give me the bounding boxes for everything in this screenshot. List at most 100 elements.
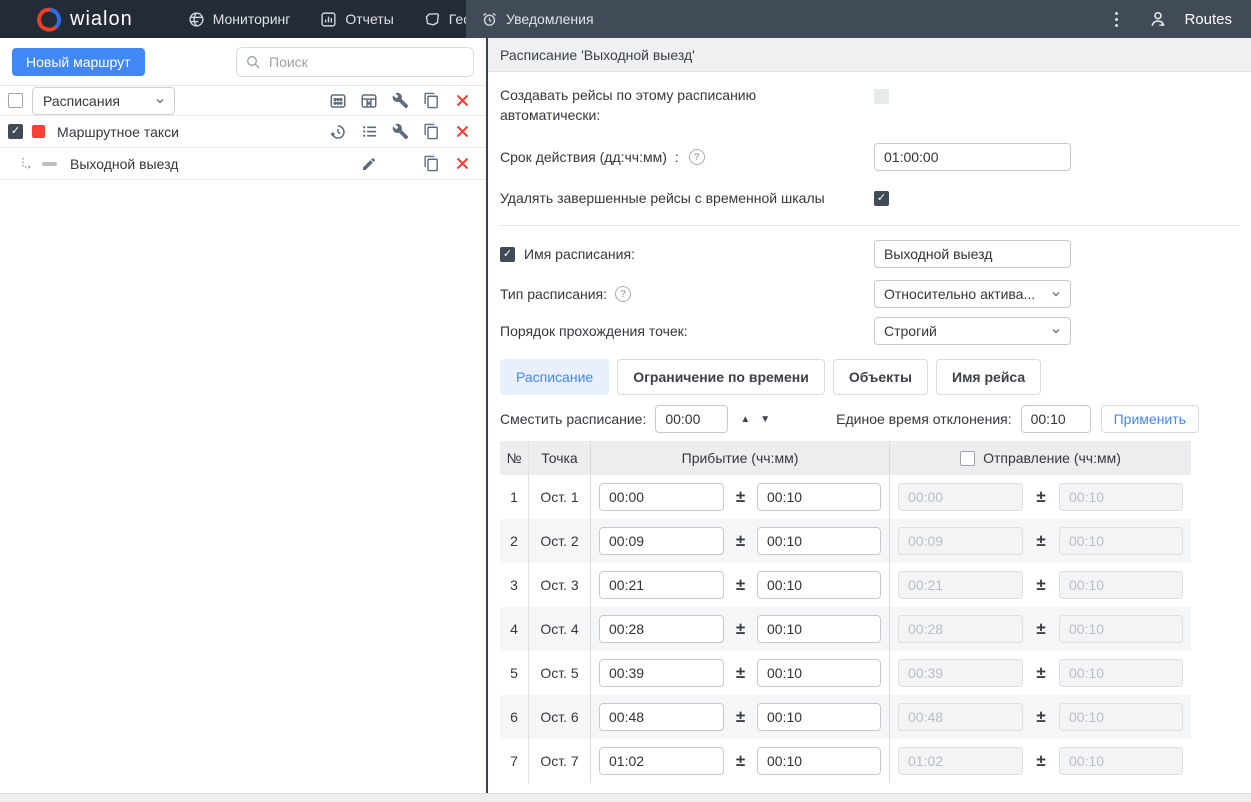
arrival-time-input[interactable] <box>599 615 724 643</box>
arrival-cell: ± <box>590 519 889 563</box>
arrival-cell: ± <box>590 607 889 651</box>
schedule-name-checkbox[interactable]: ✓ <box>500 246 515 262</box>
arrival-time-input[interactable] <box>599 527 724 555</box>
arrival-dev-input[interactable] <box>757 659 881 687</box>
select-all-checkbox[interactable] <box>8 93 23 108</box>
departure-time-input <box>898 659 1023 687</box>
auto-create-row: Создавать рейсы по этому расписанию авто… <box>500 85 1240 135</box>
schedule-name[interactable]: Выходной выезд <box>70 156 178 172</box>
arrival-dev-input[interactable] <box>757 703 881 731</box>
list-mode-dropdown[interactable]: Расписания <box>32 86 175 115</box>
arrival-dev-input[interactable] <box>757 483 881 511</box>
arrival-time-input[interactable] <box>599 659 724 687</box>
nav-item-monitoring[interactable]: Мониторинг <box>173 0 306 38</box>
arrival-time-input[interactable] <box>599 747 724 775</box>
schedule-name-label: Имя расписания: <box>524 246 635 262</box>
new-route-button[interactable]: Новый маршрут <box>12 47 145 76</box>
deviation-input[interactable] <box>1020 405 1091 433</box>
col-point-header: Точка <box>528 441 590 475</box>
departure-dev-input <box>1059 527 1183 555</box>
plus-minus-icon: ± <box>1036 707 1046 726</box>
departure-enable-checkbox[interactable] <box>960 450 976 466</box>
validity-input[interactable] <box>874 143 1071 171</box>
tab-ride-name[interactable]: Имя рейса <box>936 359 1042 395</box>
apply-button[interactable]: Применить <box>1100 405 1199 433</box>
edit-pencil-icon[interactable] <box>360 155 378 173</box>
report-chart-icon <box>320 11 337 28</box>
copy-icon[interactable] <box>422 92 440 110</box>
nav-item-label: Мониторинг <box>212 11 291 27</box>
route-checkbox[interactable]: ✓ <box>8 124 23 139</box>
plus-minus-icon: ± <box>1036 751 1046 770</box>
schedule-table: № Точка Прибытие (чч:мм) Отправление (чч… <box>500 441 1191 783</box>
arrival-time-input[interactable] <box>599 571 724 599</box>
wrench-icon[interactable] <box>391 123 409 141</box>
row-num: 7 <box>510 753 518 769</box>
route-row[interactable]: ✓ Маршрутное такси <box>0 116 486 148</box>
chevron-down-icon <box>154 95 166 107</box>
list-mode-value: Расписания <box>43 92 120 109</box>
arrival-dev-input[interactable] <box>757 747 881 775</box>
copy-icon[interactable] <box>422 155 440 173</box>
editor-tabs: Расписание Ограничение по времени Объект… <box>500 359 1240 395</box>
search-icon <box>245 54 261 70</box>
add-timetable-icon[interactable] <box>360 92 378 110</box>
copy-icon[interactable] <box>422 123 440 141</box>
schedule-point-row: 5 Ост. 5 ± ± <box>500 651 1191 695</box>
account-name[interactable]: Routes <box>1184 11 1232 28</box>
departure-time-input <box>898 483 1023 511</box>
arrival-dev-input[interactable] <box>757 615 881 643</box>
schedule-row[interactable]: Выходной выезд <box>0 148 486 180</box>
delete-x-icon[interactable] <box>453 92 471 110</box>
schedule-name-input[interactable] <box>874 240 1071 268</box>
help-icon[interactable]: ? <box>615 286 632 302</box>
timetable-icon[interactable] <box>329 92 347 110</box>
schedule-editor-panel: Расписание 'Выходной выезд' Создавать ре… <box>488 38 1251 802</box>
search-box <box>236 46 474 77</box>
search-input[interactable] <box>236 46 474 77</box>
schedule-dash-icon <box>42 161 57 166</box>
nav-item-reports[interactable]: Отчеты <box>305 0 408 38</box>
plus-minus-icon: ± <box>1036 531 1046 550</box>
schedules-list-icon[interactable] <box>360 123 378 141</box>
arrival-cell: ± <box>590 563 889 607</box>
departure-time-input <box>898 747 1023 775</box>
kebab-menu-icon[interactable] <box>1101 11 1132 27</box>
point-order-row: Порядок прохождения точек: Строгий <box>500 313 1240 349</box>
shift-schedule-label: Сместить расписание: <box>500 411 647 427</box>
row-num: 4 <box>510 621 518 637</box>
schedule-point-row: 7 Ост. 7 ± ± <box>500 739 1191 783</box>
wrench-icon[interactable] <box>391 92 409 110</box>
row-num: 3 <box>510 577 518 593</box>
point-order-select[interactable]: Строгий <box>874 317 1071 345</box>
point-order-value: Строгий <box>884 323 937 339</box>
shift-up-icon[interactable]: ▲ <box>740 414 750 425</box>
tab-units[interactable]: Объекты <box>832 359 928 395</box>
departure-cell: ± <box>889 695 1191 739</box>
user-icon[interactable] <box>1132 9 1184 29</box>
validity-label: Срок действия (дд:чч:мм) <box>500 149 667 165</box>
arrival-time-input[interactable] <box>599 703 724 731</box>
schedule-type-select[interactable]: Относительно актива... <box>874 280 1071 308</box>
help-icon[interactable]: ? <box>688 149 705 165</box>
arrival-dev-input[interactable] <box>757 571 881 599</box>
shift-down-icon[interactable]: ▼ <box>760 414 770 425</box>
add-schedule-icon[interactable] <box>329 123 347 141</box>
nav-item-label: Уведомления <box>506 11 594 27</box>
shift-schedule-input[interactable] <box>655 405 729 433</box>
schedule-type-value: Относительно актива... <box>884 286 1036 302</box>
plus-minus-icon: ± <box>735 707 746 726</box>
tab-time-limitation[interactable]: Ограничение по времени <box>617 359 825 395</box>
arrival-dev-input[interactable] <box>757 527 881 555</box>
arrival-time-input[interactable] <box>599 483 724 511</box>
plus-minus-icon: ± <box>1036 663 1046 682</box>
auto-create-label: Создавать рейсы по этому расписанию авто… <box>500 87 757 123</box>
remove-finished-checkbox[interactable]: ✓ <box>874 190 889 206</box>
route-color-swatch <box>32 125 45 138</box>
route-name[interactable]: Маршрутное такси <box>57 124 179 140</box>
schedule-point-row: 6 Ост. 6 ± ± <box>500 695 1191 739</box>
delete-x-icon[interactable] <box>453 155 471 173</box>
delete-x-icon[interactable] <box>453 123 471 141</box>
tab-schedule[interactable]: Расписание <box>500 359 610 395</box>
nav-item-notifications[interactable]: Уведомления <box>466 11 609 28</box>
